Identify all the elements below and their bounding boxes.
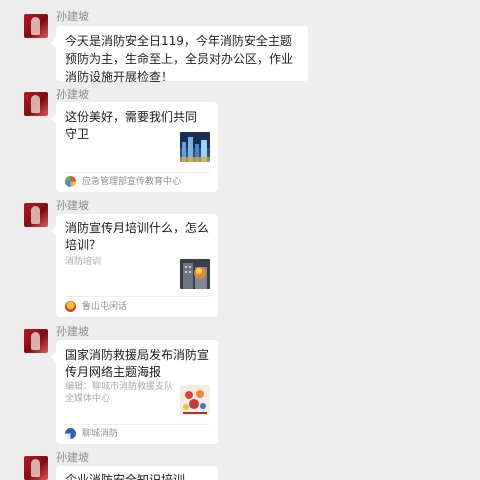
avatar[interactable] bbox=[24, 203, 48, 227]
poster-icon bbox=[180, 385, 210, 415]
sender-name: 孙建坡 bbox=[56, 88, 89, 101]
link-card[interactable]: 这份美好，需要我们共同守卫 应急管理部宣传教育中心 bbox=[51, 102, 218, 192]
card-source: 应急管理部宣传教育中心 bbox=[65, 175, 205, 189]
source-logo-icon bbox=[65, 428, 76, 439]
avatar[interactable] bbox=[24, 329, 48, 353]
source-name: 应急管理部宣传教育中心 bbox=[82, 177, 182, 187]
text-message-bubble[interactable]: 今天是消防安全日119，今年消防安全主题预防为主，生命至上，全员对办公区，作业消… bbox=[51, 26, 308, 84]
card-divider bbox=[65, 296, 210, 297]
fire-building-icon bbox=[180, 259, 210, 289]
card-title: 企业消防安全知识培训 bbox=[65, 473, 186, 480]
sender-name: 孙建坡 bbox=[56, 199, 89, 212]
message-text: 今天是消防安全日119，今年消防安全主题预防为主，生命至上，全员对办公区，作业消… bbox=[65, 34, 294, 84]
source-logo-icon bbox=[65, 301, 76, 312]
card-divider bbox=[65, 424, 210, 425]
source-name: 聊城消防 bbox=[82, 429, 119, 439]
link-card[interactable]: 国家消防救援局发布消防宣传月网络主题海报 编辑：聊城市消防救援支队全媒体中心 聊… bbox=[51, 340, 218, 444]
city-night-icon bbox=[180, 132, 210, 162]
sender-name: 孙建坡 bbox=[56, 10, 89, 23]
avatar[interactable] bbox=[24, 456, 48, 480]
card-divider bbox=[65, 172, 210, 173]
card-title: 消防宣传月培训什么，怎么培训？ bbox=[65, 221, 210, 252]
card-description: 消防培训 bbox=[65, 257, 102, 267]
card-description: 编辑：聊城市消防救援支队全媒体中心 bbox=[65, 382, 174, 404]
sender-name: 孙建坡 bbox=[56, 325, 89, 338]
link-card[interactable]: 消防宣传月培训什么，怎么培训？ 消防培训 鲁山屯闲话 bbox=[51, 214, 218, 317]
avatar[interactable] bbox=[24, 14, 48, 38]
source-logo-icon bbox=[65, 176, 76, 187]
chat-message-list: 孙建坡 今天是消防安全日119，今年消防安全主题预防为主，生命至上，全员对办公区… bbox=[0, 0, 480, 480]
link-card[interactable]: 企业消防安全知识培训 bbox=[56, 466, 218, 480]
avatar[interactable] bbox=[24, 92, 48, 116]
source-name: 鲁山屯闲话 bbox=[82, 302, 128, 312]
card-source: 鲁山屯闲话 bbox=[65, 300, 205, 314]
sender-name: 孙建坡 bbox=[56, 451, 89, 464]
card-title: 国家消防救援局发布消防宣传月网络主题海报 bbox=[65, 348, 210, 379]
card-source: 聊城消防 bbox=[65, 427, 205, 441]
